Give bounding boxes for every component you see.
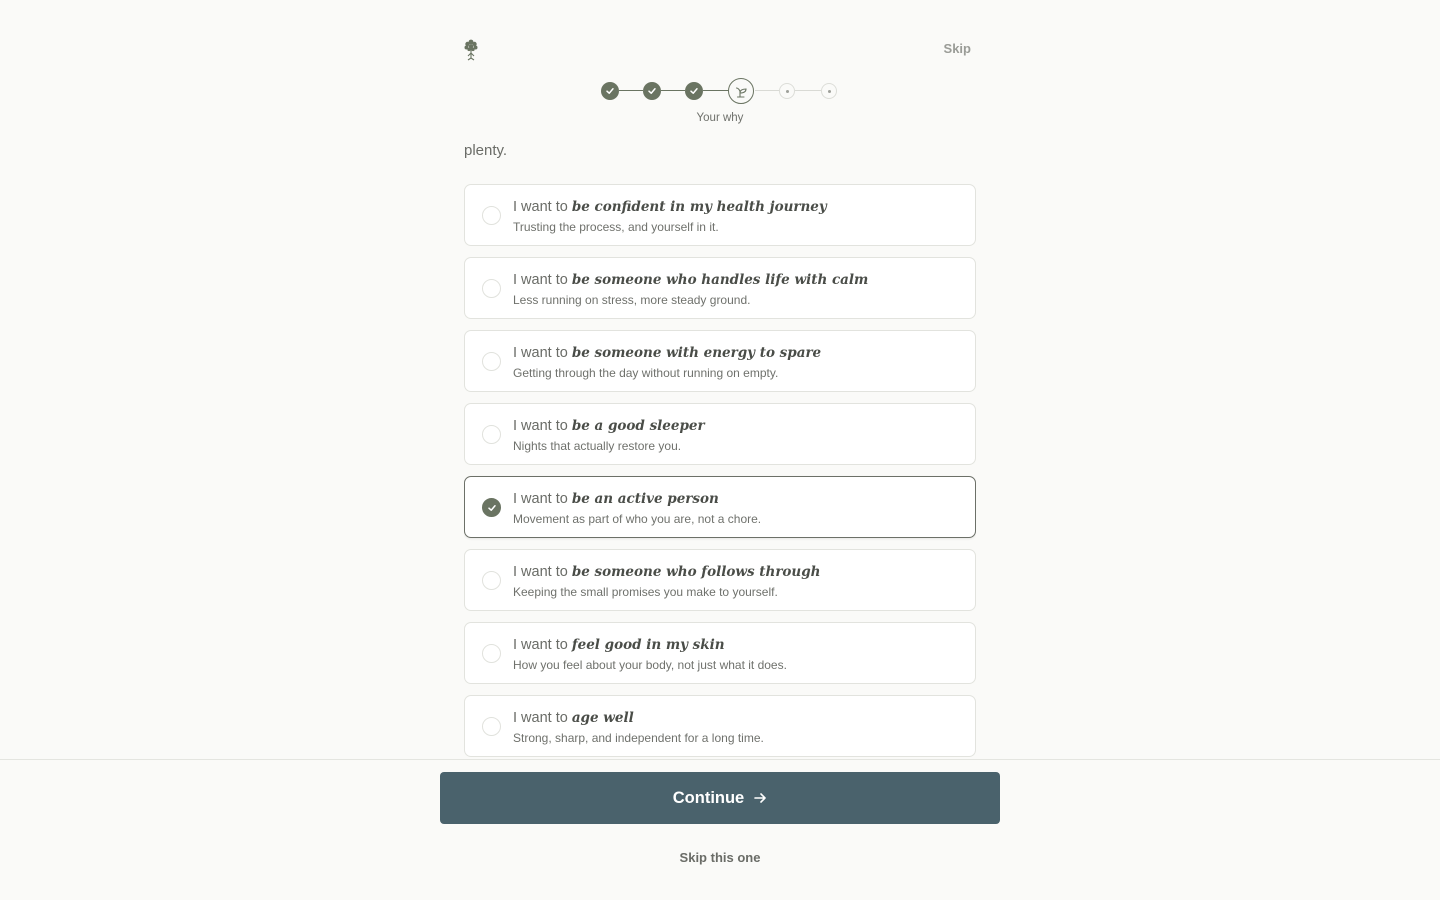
option-prefix: I want to — [513, 710, 568, 726]
sprout-icon — [735, 86, 747, 98]
option-subtitle: Getting through the day without running … — [513, 366, 779, 380]
step-1-complete — [601, 82, 619, 100]
option-emphasis: be an active person — [571, 491, 719, 507]
option-prefix: I want to — [513, 272, 568, 288]
option-card[interactable]: I want to be confident in my health journ… — [464, 184, 976, 246]
option-card[interactable]: I want to be an active person Movement as … — [464, 476, 976, 538]
skip-this-one-button[interactable]: Skip this one — [0, 850, 1440, 865]
option-prefix: I want to — [513, 345, 568, 361]
check-icon — [690, 88, 698, 94]
tree-logo-icon — [464, 39, 478, 61]
radio-unchecked[interactable] — [482, 279, 501, 298]
option-subtitle: Trusting the process, and yourself in it… — [513, 220, 719, 234]
footer: Continue Skip this one — [0, 759, 1440, 900]
option-title: I want to be someone who follows through — [513, 564, 821, 580]
step-4-current — [728, 78, 754, 104]
option-subtitle: Movement as part of who you are, not a c… — [513, 512, 762, 526]
option-title: I want to be someone with energy to spare — [513, 345, 821, 361]
radio-unchecked[interactable] — [482, 425, 501, 444]
option-title: I want to age well — [513, 710, 634, 726]
skip-button[interactable]: Skip — [944, 41, 971, 56]
options-scroll-area[interactable]: plenty. I want to be confident in my heal… — [464, 132, 976, 760]
option-emphasis: be someone who handles life with calm — [571, 272, 869, 288]
check-icon — [648, 88, 656, 94]
option-prefix: I want to — [513, 637, 568, 653]
option-subtitle: Strong, sharp, and independent for a lon… — [513, 731, 764, 745]
option-emphasis: be someone who follows through — [571, 564, 821, 580]
option-emphasis: age well — [571, 710, 634, 726]
continue-label: Continue — [672, 788, 745, 807]
option-card[interactable]: I want to age well Strong, sharp, and inde… — [464, 695, 976, 757]
option-title: I want to be an active person — [513, 491, 719, 507]
current-step-label: Your why — [696, 112, 744, 124]
radio-unchecked[interactable] — [482, 206, 501, 225]
option-subtitle: How you feel about your body, not just w… — [513, 658, 787, 672]
step-6-upcoming — [821, 83, 837, 99]
option-title: I want to feel good in my skin — [513, 637, 725, 653]
option-subtitle: Nights that actually restore you. — [513, 439, 682, 453]
option-subtitle: Less running on stress, more steady grou… — [513, 293, 751, 307]
radio-unchecked[interactable] — [482, 644, 501, 663]
option-subtitle: Keeping the small promises you make to y… — [513, 585, 778, 599]
option-prefix: I want to — [513, 491, 568, 507]
option-card[interactable]: I want to be someone who handles life wit… — [464, 257, 976, 319]
option-card[interactable]: I want to be someone who follows through K… — [464, 549, 976, 611]
option-emphasis: be someone with energy to spare — [571, 345, 822, 361]
option-prefix: I want to — [513, 199, 568, 215]
onboarding-page: Skip Your why plenty. I want to be confi… — [0, 0, 1440, 900]
option-card[interactable]: I want to feel good in my skin How you fee… — [464, 622, 976, 684]
step-5-upcoming — [779, 83, 795, 99]
arrow-right-icon — [754, 793, 767, 803]
check-icon — [606, 88, 614, 94]
option-emphasis: feel good in my skin — [571, 637, 725, 653]
option-prefix: I want to — [513, 564, 568, 580]
option-title: I want to be someone who handles life wit… — [513, 272, 868, 288]
radio-checked[interactable] — [482, 498, 501, 517]
option-emphasis: be confident in my health journey — [571, 199, 827, 215]
radio-unchecked[interactable] — [482, 571, 501, 590]
lead-text: plenty. — [464, 142, 508, 159]
step-3-complete — [685, 82, 703, 100]
continue-button[interactable]: Continue — [440, 772, 1000, 824]
option-card[interactable]: I want to be a good sleeper Nights that ac… — [464, 403, 976, 465]
option-emphasis: be a good sleeper — [571, 418, 705, 434]
option-prefix: I want to — [513, 418, 568, 434]
radio-unchecked[interactable] — [482, 352, 501, 371]
radio-unchecked[interactable] — [482, 717, 501, 736]
header: Skip Your why — [0, 0, 1440, 132]
progress-stepper — [601, 78, 843, 104]
option-title: I want to be confident in my health journ… — [513, 199, 827, 215]
check-icon — [487, 504, 496, 511]
step-2-complete — [643, 82, 661, 100]
option-card[interactable]: I want to be someone with energy to spare… — [464, 330, 976, 392]
option-title: I want to be a good sleeper — [513, 418, 705, 434]
